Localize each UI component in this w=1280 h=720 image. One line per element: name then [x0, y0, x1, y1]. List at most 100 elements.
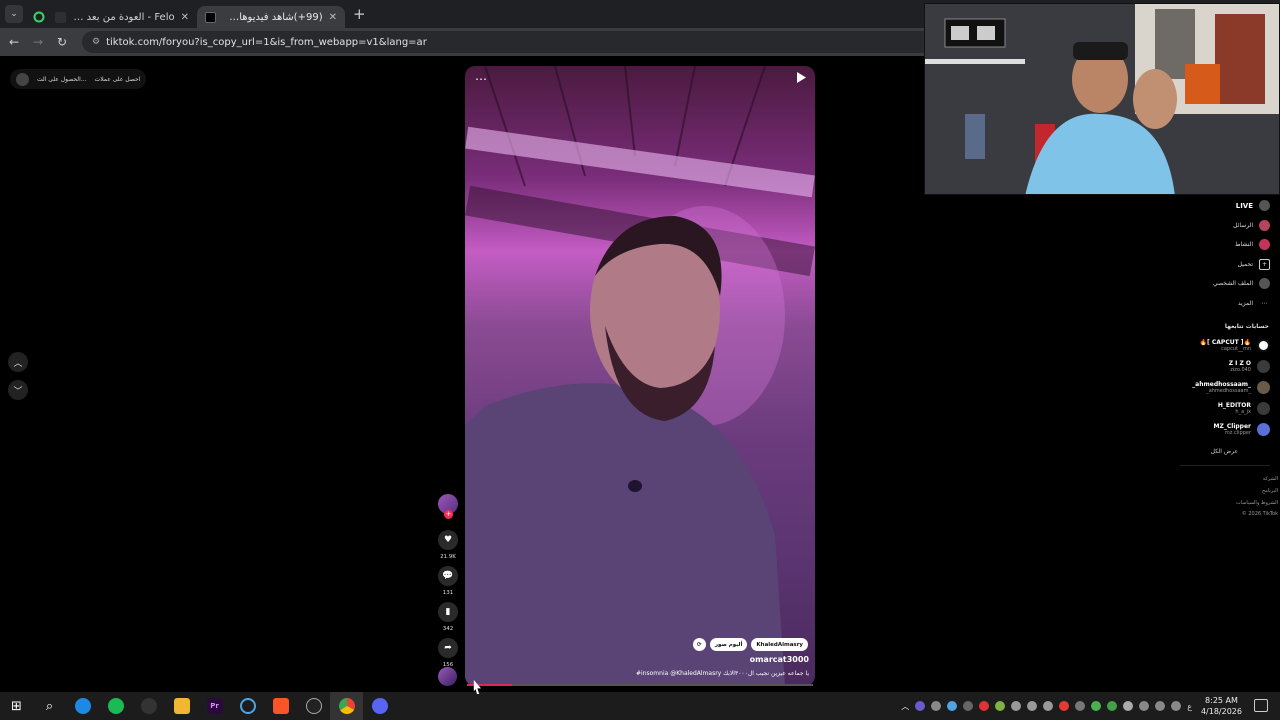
- get-app-link[interactable]: الحصول على الت...: [37, 76, 87, 83]
- taskbar-edge[interactable]: [66, 692, 99, 720]
- back-arrow-icon[interactable]: ←: [2, 35, 26, 49]
- comment-action[interactable]: 💬 131: [437, 566, 459, 596]
- search-button[interactable]: ⌕: [33, 692, 66, 720]
- tray-app-icon[interactable]: [1107, 701, 1118, 711]
- reload-icon[interactable]: ↻: [50, 35, 74, 49]
- tray-app-icon[interactable]: [963, 701, 974, 711]
- taskbar-obs[interactable]: [297, 692, 330, 720]
- notification-icon[interactable]: [1254, 699, 1268, 712]
- following-account[interactable]: MZ_Clipper mz.clipper: [1214, 423, 1270, 436]
- share-action[interactable]: ➦ 156: [437, 638, 459, 668]
- nav-profile[interactable]: الملف الشخصي: [1150, 274, 1270, 294]
- taskbar-explorer[interactable]: [165, 692, 198, 720]
- url-text: tiktok.com/foryou?is_copy_url=1&is_from_…: [106, 36, 427, 48]
- bookmark-count: 342: [442, 626, 454, 632]
- footer-program[interactable]: البرنامج: [1262, 488, 1278, 494]
- taskbar-premiere[interactable]: Pr: [198, 692, 231, 720]
- previous-video-button[interactable]: ︿: [8, 352, 28, 372]
- following-account[interactable]: Z I Z Ozizo.040: [1229, 360, 1270, 373]
- taskbar-clock[interactable]: 8:25 AM 4/18/2026: [1201, 695, 1242, 717]
- taskbar-spotify[interactable]: [99, 692, 132, 720]
- profile-icon: [1259, 278, 1270, 290]
- bookmark-action[interactable]: ▮ 342: [437, 602, 459, 632]
- activity-icon: [1259, 239, 1270, 251]
- edge-icon: [74, 698, 91, 714]
- spotify-icon: [107, 698, 124, 714]
- avatar[interactable]: [16, 72, 29, 86]
- windows-taskbar: ⊞ ⌕ Pr ︿ ع 8:25 AM 4/18/2026: [0, 692, 1280, 720]
- like-action[interactable]: ♥ 21.9K: [437, 530, 459, 560]
- show-all-link[interactable]: عرض الكل: [1211, 448, 1238, 455]
- system-tray: ︿ ع: [901, 692, 1192, 720]
- tray-app-icon[interactable]: [995, 701, 1006, 711]
- footer-terms[interactable]: الشروط والسياسات: [1236, 500, 1278, 506]
- nav-activity[interactable]: النشاط: [1150, 235, 1270, 255]
- mention-chip[interactable]: KhaledAlmasry: [751, 638, 808, 651]
- volume-icon[interactable]: [1011, 701, 1022, 711]
- speaker-icon[interactable]: [1155, 701, 1166, 711]
- nav-more[interactable]: المزيد ⋯: [1150, 294, 1270, 314]
- footer-company[interactable]: الشركة: [1263, 476, 1278, 482]
- photo-album-chip[interactable]: ألبوم صور: [709, 638, 748, 651]
- get-coins-link[interactable]: احصل على عملات: [95, 76, 141, 83]
- share-icon[interactable]: ➦: [438, 638, 458, 658]
- tab-search-button[interactable]: ⌄: [5, 5, 23, 23]
- tab-title: Felo - العودة من بعد الغياب: [73, 11, 175, 23]
- network-icon[interactable]: [1027, 701, 1038, 711]
- upload-icon: +: [1259, 258, 1270, 270]
- next-video-button[interactable]: ﹀: [8, 380, 28, 400]
- battery-icon[interactable]: [1171, 701, 1182, 711]
- tab-group-icon[interactable]: [31, 9, 47, 25]
- taskbar-brave[interactable]: [264, 692, 297, 720]
- tray-app-icon[interactable]: [1043, 701, 1054, 711]
- close-icon[interactable]: ✕: [329, 12, 337, 23]
- video-progress-bar[interactable]: [467, 684, 813, 686]
- new-tab-button[interactable]: +: [353, 5, 366, 23]
- creator-avatar[interactable]: +: [438, 494, 458, 519]
- tray-app-icon[interactable]: [979, 701, 990, 711]
- tray-app-icon[interactable]: [1075, 701, 1086, 711]
- account-name: Z I Z O: [1228, 360, 1251, 367]
- following-account[interactable]: _ahmedhossaam_ _ahmedhossaam_: [1192, 381, 1270, 394]
- site-info-icon[interactable]: ⚙: [92, 37, 100, 47]
- video-author[interactable]: omarcat3000: [750, 655, 809, 664]
- tab-tiktok[interactable]: (99+)شاهد فيديوهات متصدرة | ✕: [197, 6, 345, 28]
- taskbar-chrome[interactable]: [330, 692, 363, 720]
- account-name: MZ_Clipper: [1213, 423, 1251, 430]
- account-username: h_a_jx: [1235, 409, 1251, 415]
- tab-felo[interactable]: Felo - العودة من بعد الغياب ✕: [47, 6, 197, 28]
- start-button[interactable]: ⊞: [0, 692, 33, 720]
- music-disc-icon[interactable]: [438, 667, 457, 686]
- tray-app-icon[interactable]: [931, 701, 942, 711]
- forward-arrow-icon[interactable]: →: [26, 35, 50, 49]
- following-account[interactable]: H_EDITOR h_a_jx: [1218, 402, 1270, 415]
- comment-icon[interactable]: 💬: [438, 566, 458, 586]
- microphone-icon[interactable]: [1139, 701, 1150, 711]
- nav-upload[interactable]: تحميل +: [1150, 255, 1270, 275]
- close-icon[interactable]: ✕: [181, 12, 189, 23]
- chevron-up-icon[interactable]: ︿: [901, 701, 909, 712]
- tray-app-icon[interactable]: [1123, 701, 1134, 711]
- footer-copyright: © 2026 TikTok: [1241, 511, 1278, 517]
- input-language[interactable]: ع: [1187, 702, 1192, 711]
- nav-messages[interactable]: الرسائل: [1150, 216, 1270, 236]
- tray-app-icon[interactable]: [1091, 701, 1102, 711]
- more-options-icon[interactable]: ⋯: [475, 72, 487, 86]
- taskbar-app[interactable]: [132, 692, 165, 720]
- heart-icon[interactable]: ♥: [438, 530, 458, 550]
- url-bar[interactable]: ⚙ tiktok.com/foryou?is_copy_url=1&is_fro…: [82, 31, 962, 53]
- following-account[interactable]: 🔥[ CAPCUT ]🔥 capcut__mn: [1200, 339, 1270, 352]
- tray-app-icon[interactable]: [1059, 701, 1070, 711]
- bookmark-icon[interactable]: ▮: [438, 602, 458, 622]
- video-player[interactable]: [465, 66, 815, 686]
- top-left-pill: الحصول على الت... احصل على عملات: [10, 69, 147, 89]
- repost-icon[interactable]: ⟳: [692, 638, 706, 651]
- taskbar-ccleaner[interactable]: [231, 692, 264, 720]
- account-name: _ahmedhossaam_: [1192, 381, 1251, 388]
- nav-live[interactable]: LIVE: [1150, 196, 1270, 216]
- tray-app-icon[interactable]: [947, 701, 958, 711]
- taskbar-discord[interactable]: [363, 692, 396, 720]
- tray-app-icon[interactable]: [915, 701, 926, 711]
- follow-plus-icon[interactable]: +: [444, 510, 453, 519]
- messages-icon: [1259, 219, 1270, 231]
